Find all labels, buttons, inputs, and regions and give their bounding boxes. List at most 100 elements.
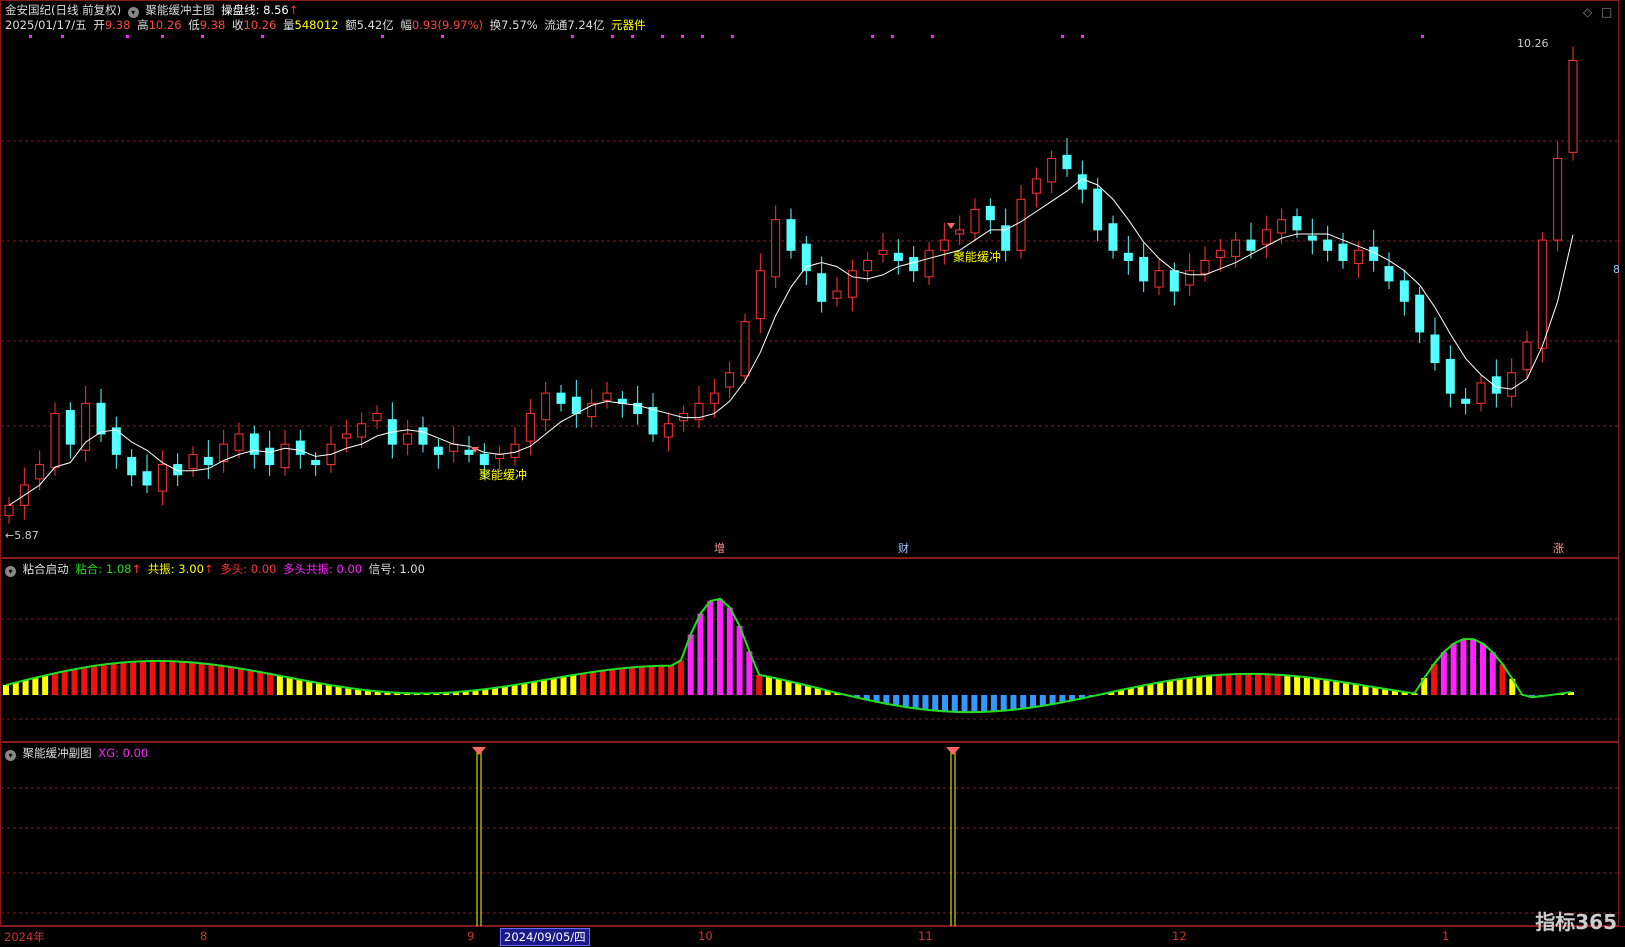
high-value: 10.26 bbox=[149, 18, 182, 32]
line-label: 操盘线: 8.56 bbox=[221, 3, 289, 17]
ind1-name[interactable]: 粘合启动 bbox=[23, 562, 69, 576]
signal-label: 聚能缓冲 bbox=[479, 467, 527, 482]
osc-bar bbox=[981, 695, 987, 712]
osc-bar bbox=[1441, 652, 1447, 695]
ind1-settings-icon[interactable]: ▾ bbox=[5, 566, 16, 577]
osc-bar bbox=[1323, 680, 1329, 695]
candle-body bbox=[51, 414, 59, 468]
osc-bar bbox=[756, 675, 762, 695]
osc-bar bbox=[786, 681, 792, 695]
osc-bar bbox=[81, 667, 87, 695]
candle-body bbox=[1431, 335, 1439, 363]
osc-bar bbox=[1010, 695, 1016, 710]
price-high-label: 10.26 bbox=[1517, 37, 1549, 50]
high-label: 高 bbox=[137, 18, 149, 32]
candle-body bbox=[756, 271, 764, 319]
marker-dot bbox=[29, 35, 32, 38]
marker-dot bbox=[1081, 35, 1084, 38]
candle-body bbox=[373, 414, 381, 421]
osc-bar bbox=[1265, 674, 1271, 695]
osc-bar bbox=[160, 661, 166, 695]
candle-body bbox=[1032, 179, 1040, 193]
candle-body bbox=[787, 220, 795, 251]
marker-dot bbox=[611, 35, 614, 38]
osc-bar bbox=[766, 677, 772, 695]
osc-bar bbox=[23, 680, 29, 695]
ind1-f4-value: 0.00 bbox=[337, 562, 363, 576]
main-chart-panel[interactable]: 10.26←5.87聚能缓冲聚能缓冲增财涨8 金安国纪(日线 前复权) ▾ 聚能… bbox=[0, 0, 1619, 558]
signal-label: 聚能缓冲 bbox=[953, 249, 1001, 264]
signal-bar bbox=[477, 751, 481, 927]
candle-body bbox=[940, 240, 948, 250]
marker-dot bbox=[261, 35, 264, 38]
ind1-f5-label: 信号: bbox=[369, 562, 400, 576]
candle-body bbox=[1446, 359, 1454, 393]
osc-bar bbox=[1167, 681, 1173, 695]
candle-body bbox=[312, 460, 320, 464]
time-axis[interactable]: 2024年 8 9 2024/09/05/四 10 11 12 1 bbox=[0, 926, 1625, 947]
up-arrow: ↑ bbox=[289, 3, 299, 17]
osc-bar bbox=[795, 683, 801, 695]
candle-body bbox=[1477, 383, 1485, 403]
cursor-date: 2024/09/05/四 bbox=[500, 928, 590, 946]
change-label: 幅 bbox=[400, 18, 412, 32]
indicator-name[interactable]: 聚能缓冲主图 bbox=[145, 3, 214, 17]
osc-bar bbox=[737, 626, 743, 695]
candle-body bbox=[235, 434, 243, 450]
osc-bar bbox=[52, 673, 58, 695]
ind1-f1-value: 1.08 bbox=[106, 562, 132, 576]
candle-body bbox=[1155, 271, 1163, 287]
ind2-name[interactable]: 聚能缓冲副图 bbox=[23, 746, 92, 760]
indicator-panel-2[interactable]: ▾ 聚能缓冲副图 XG: 0.00 bbox=[0, 742, 1619, 926]
candle-body bbox=[1508, 373, 1516, 396]
close-label: 收 bbox=[232, 18, 244, 32]
osc-bar bbox=[1314, 678, 1320, 695]
signal-chart[interactable] bbox=[1, 743, 1620, 927]
candle-body bbox=[342, 434, 350, 438]
candle-body bbox=[1324, 240, 1332, 250]
osc-bar bbox=[1030, 695, 1036, 707]
candle-body bbox=[1538, 240, 1546, 348]
osc-bar bbox=[531, 682, 537, 695]
candlestick-chart[interactable]: 10.26←5.87聚能缓冲聚能缓冲增财涨8 bbox=[1, 1, 1620, 559]
event-marker: 财 bbox=[898, 541, 909, 555]
osc-bar bbox=[619, 668, 625, 695]
candle-body bbox=[1216, 250, 1224, 257]
ind2-header: ▾ 聚能缓冲副图 XG: 0.00 bbox=[5, 745, 151, 761]
candle-body bbox=[1078, 175, 1086, 189]
ind2-settings-icon[interactable]: ▾ bbox=[5, 750, 16, 761]
osc-bar bbox=[238, 669, 244, 695]
ind1-f2-value: 3.00 bbox=[178, 562, 204, 576]
osc-bar bbox=[717, 599, 723, 695]
osc-bar bbox=[932, 695, 938, 711]
candle-body bbox=[480, 454, 488, 464]
osc-bar bbox=[688, 634, 694, 695]
diamond-icon[interactable]: ◇ bbox=[1583, 5, 1592, 19]
indicator-panel-1[interactable]: ▾ 粘合启动 粘合: 1.08↑ 共振: 3.00↑ 多头: 0.00 多头共振… bbox=[0, 558, 1619, 742]
marker-dot bbox=[681, 35, 684, 38]
osc-bar bbox=[541, 680, 547, 695]
osc-bar bbox=[1235, 674, 1241, 695]
ind2-xg-label: XG: bbox=[98, 746, 122, 760]
sector-value[interactable]: 元器件 bbox=[611, 18, 646, 32]
candle-body bbox=[726, 373, 734, 387]
marker-dot bbox=[1061, 35, 1064, 38]
marker-dot bbox=[891, 35, 894, 38]
osc-bar bbox=[140, 661, 146, 695]
main-header-row1: 金安国纪(日线 前复权) ▾ 聚能缓冲主图 操盘线: 8.56↑ bbox=[5, 2, 301, 18]
candle-body bbox=[496, 454, 504, 458]
osc-bar bbox=[1343, 683, 1349, 695]
osc-bar bbox=[1275, 675, 1281, 695]
candle-body bbox=[864, 260, 872, 270]
stock-title: 金安国纪(日线 前复权) bbox=[5, 3, 121, 17]
osc-bar bbox=[1451, 644, 1457, 695]
osc-bar bbox=[267, 674, 273, 695]
osc-bar bbox=[1020, 695, 1026, 709]
candle-body bbox=[1048, 158, 1056, 181]
oscillator-chart[interactable] bbox=[1, 559, 1620, 743]
ind1-f1-arrow: ↑ bbox=[131, 562, 141, 576]
candle-body bbox=[1232, 240, 1240, 256]
event-marker: 涨 bbox=[1553, 542, 1564, 555]
ind1-f3-value: 0.00 bbox=[251, 562, 277, 576]
maximize-icon[interactable]: □ bbox=[1601, 5, 1612, 19]
